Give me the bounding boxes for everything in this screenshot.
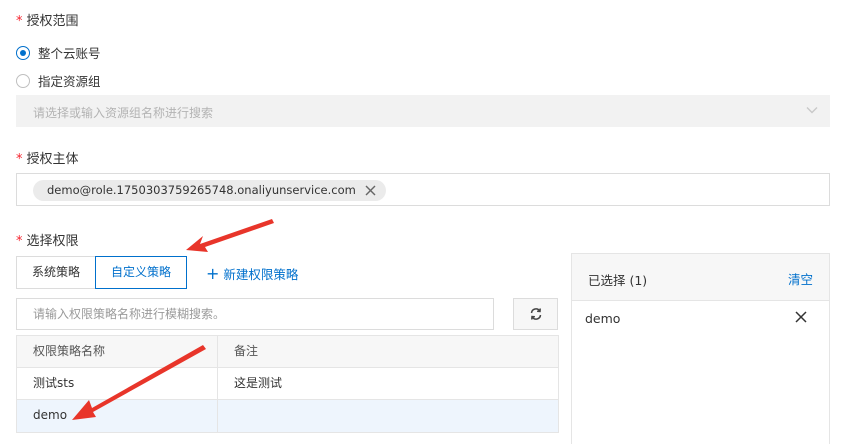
policy-tabs: 系统策略 自定义策略: [16, 256, 188, 289]
policy-table: 权限策略名称 备注 测试sts 这是测试 demo: [16, 335, 559, 433]
tab-system-policy[interactable]: 系统策略: [16, 256, 97, 289]
resource-group-placeholder: 请选择或输入资源组名称进行搜索: [33, 106, 214, 120]
scope-label: * 授权范围: [16, 14, 79, 29]
selected-item: demo: [585, 311, 807, 326]
table-header: 权限策略名称 备注: [17, 336, 558, 368]
resource-group-select: 请选择或输入资源组名称进行搜索: [16, 95, 830, 127]
selected-item-label: demo: [585, 311, 621, 326]
tab-custom-policy[interactable]: 自定义策略: [95, 256, 188, 289]
policy-note-cell: [218, 400, 558, 432]
annotation-arrow-custom-policy: [186, 219, 274, 252]
radio-unchecked-icon[interactable]: [16, 73, 30, 88]
selected-panel: 已选择 (1) 清空 demo: [571, 253, 830, 444]
policy-name-cell: demo: [17, 400, 218, 432]
radio-resource-group-label: 指定资源组: [38, 74, 101, 89]
selected-panel-header: 已选择 (1) 清空: [572, 254, 829, 301]
principal-label: * 授权主体: [16, 152, 79, 167]
radio-resource-group[interactable]: 指定资源组: [16, 71, 101, 90]
policy-note-cell: 这是测试: [234, 376, 283, 390]
new-policy-link[interactable]: + 新建权限策略: [206, 264, 298, 283]
clear-button[interactable]: 清空: [788, 269, 813, 288]
permissions-label: * 选择权限: [16, 234, 79, 249]
principal-tag: demo@role.1750303759265748.onaliyunservi…: [33, 180, 386, 201]
policy-name-cell: 测试sts: [17, 368, 218, 399]
selected-title: 已选择 (1): [588, 273, 648, 288]
principal-tag-label: demo@role.1750303759265748.onaliyunservi…: [47, 183, 356, 197]
refresh-icon: [530, 308, 541, 320]
close-icon[interactable]: [365, 185, 376, 196]
radio-entire-account-label: 整个云账号: [38, 46, 101, 61]
chevron-down-icon: [806, 107, 818, 114]
column-header-name: 权限策略名称: [17, 336, 218, 367]
required-mark: *: [16, 152, 23, 167]
required-mark: *: [16, 234, 23, 249]
table-row[interactable]: 测试sts 这是测试: [17, 368, 558, 400]
column-header-note: 备注: [234, 344, 259, 358]
policy-search-field[interactable]: [16, 298, 494, 330]
new-policy-label: 新建权限策略: [223, 267, 299, 282]
table-row[interactable]: demo: [17, 400, 558, 432]
radio-checked-icon[interactable]: [16, 45, 30, 60]
policy-search-input[interactable]: [17, 299, 493, 329]
remove-icon[interactable]: [795, 311, 807, 323]
radio-entire-account[interactable]: 整个云账号: [16, 43, 101, 62]
required-mark: *: [16, 14, 23, 29]
principal-input[interactable]: demo@role.1750303759265748.onaliyunservi…: [16, 173, 830, 206]
plus-icon: +: [206, 263, 220, 283]
refresh-button[interactable]: [513, 298, 558, 330]
